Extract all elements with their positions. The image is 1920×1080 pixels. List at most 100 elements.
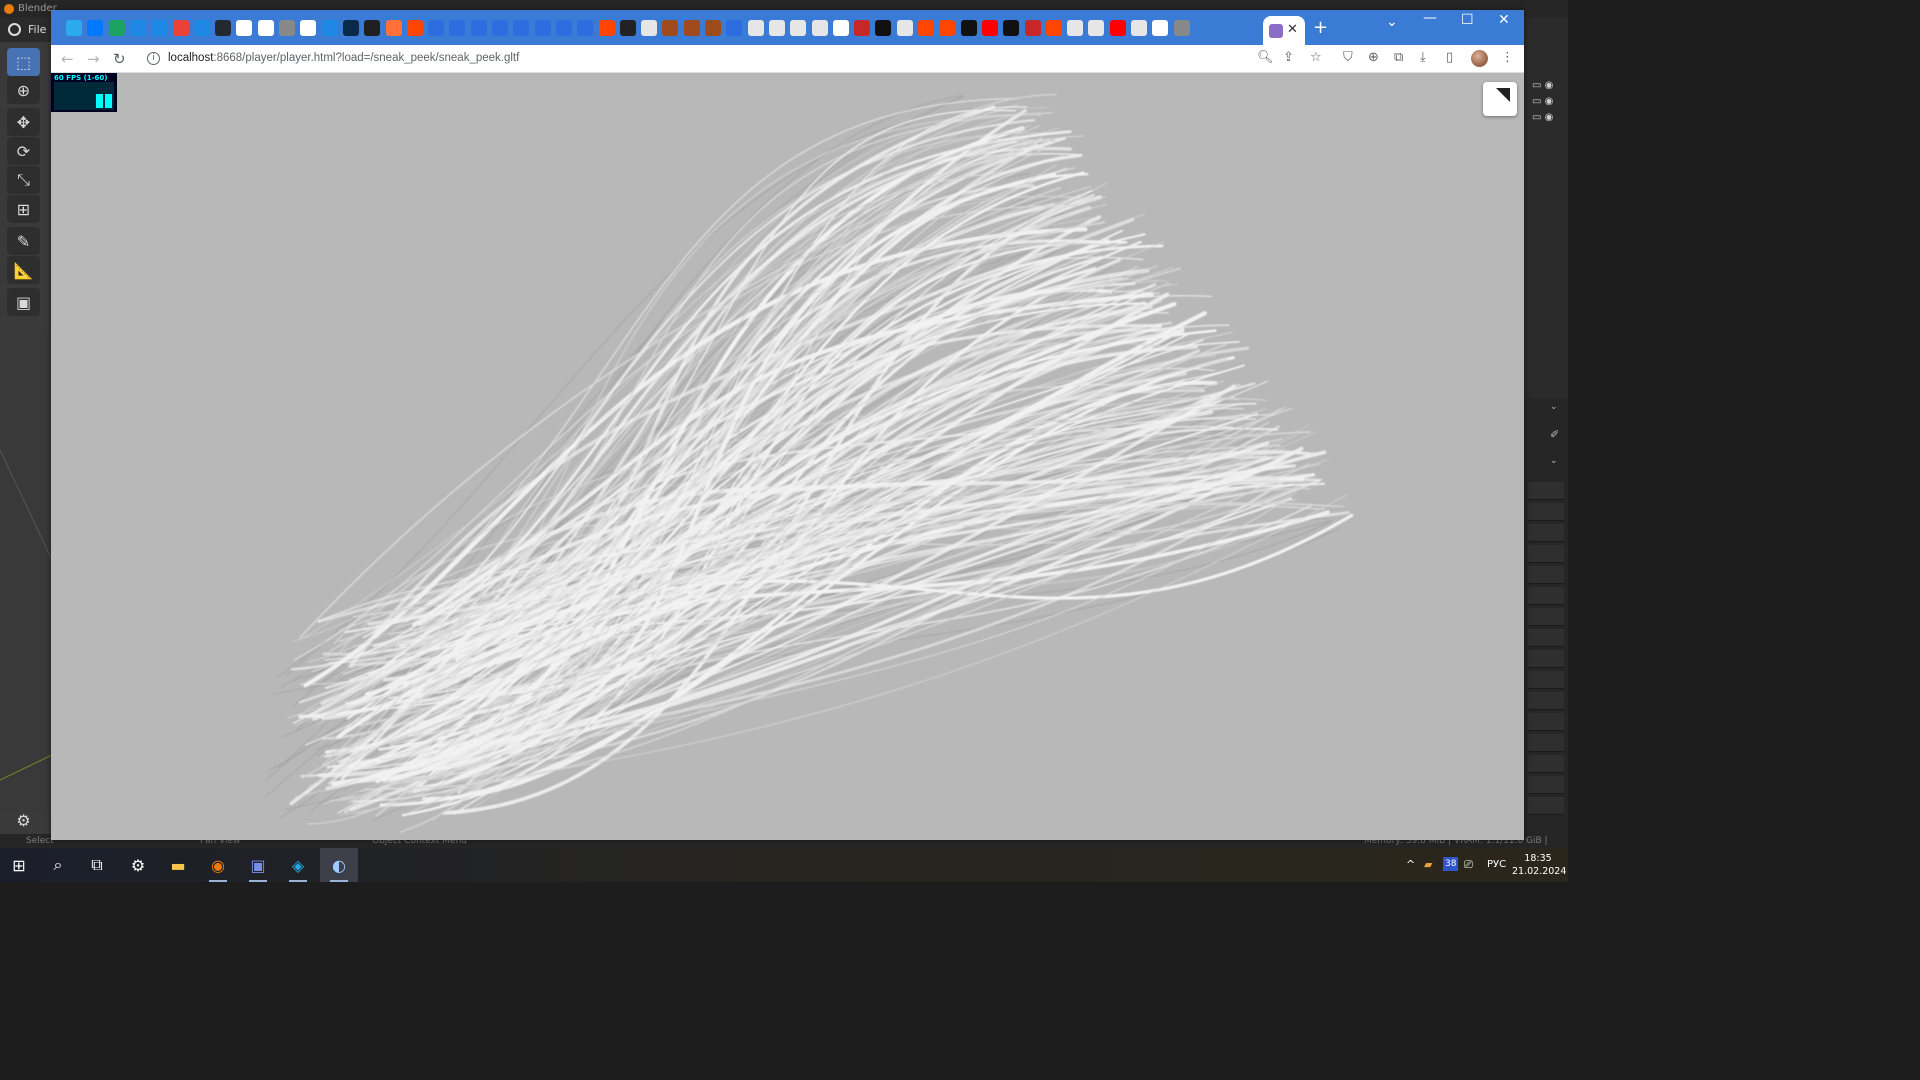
pinned-tab-favicon[interactable] bbox=[598, 20, 615, 36]
close-tab-icon[interactable]: ✕ bbox=[1287, 22, 1298, 38]
pinned-tab-favicon[interactable] bbox=[1173, 20, 1190, 36]
pinned-tab-favicon[interactable] bbox=[747, 20, 764, 36]
pinned-tab-favicon[interactable] bbox=[1067, 20, 1084, 36]
render-visibility-icon[interactable]: ▭ ◉ bbox=[1532, 112, 1553, 123]
pinned-tab-favicon[interactable] bbox=[449, 20, 466, 36]
pinned-tab-favicon[interactable] bbox=[534, 20, 551, 36]
more-menu-icon[interactable]: ⋮ bbox=[1501, 50, 1514, 66]
property-row[interactable] bbox=[1528, 755, 1564, 773]
chevron-down-icon[interactable]: ⌄ bbox=[1550, 456, 1558, 466]
pinned-tab-favicon[interactable] bbox=[896, 20, 913, 36]
pinned-tab-favicon[interactable] bbox=[577, 20, 594, 36]
bookmark-star-icon[interactable]: ☆ bbox=[1310, 50, 1322, 66]
tray-badge[interactable]: 38 bbox=[1443, 857, 1459, 871]
tray-app-icon[interactable]: ▰ bbox=[1424, 848, 1432, 882]
reload-icon[interactable]: ↻ bbox=[113, 50, 126, 68]
save-disk-icon[interactable]: ▣ bbox=[239, 848, 277, 882]
pinned-tab-favicon[interactable] bbox=[854, 20, 871, 36]
chevron-down-icon[interactable]: ⌄ bbox=[1550, 402, 1558, 412]
back-icon[interactable]: ← bbox=[61, 50, 74, 68]
tab-active[interactable]: ✕ bbox=[1263, 16, 1305, 45]
pinned-tab-favicon[interactable] bbox=[683, 20, 700, 36]
property-row[interactable] bbox=[1528, 650, 1564, 668]
property-row[interactable] bbox=[1528, 629, 1564, 647]
property-row[interactable] bbox=[1528, 482, 1564, 500]
pinned-tab-favicon[interactable] bbox=[811, 20, 828, 36]
pinned-tab-favicon[interactable] bbox=[1131, 20, 1147, 36]
cursor-tool-icon[interactable]: ⊕ bbox=[7, 76, 40, 104]
rotate-tool-icon[interactable]: ⟳ bbox=[7, 137, 40, 165]
system-clock[interactable]: 18:35 21.02.2024 bbox=[1512, 852, 1566, 878]
pinned-tab-favicon[interactable] bbox=[555, 20, 572, 36]
new-tab-button[interactable]: + bbox=[1313, 18, 1328, 38]
chrome-taskbar-icon[interactable]: ◐ bbox=[320, 848, 358, 882]
pinned-tab-favicon[interactable] bbox=[257, 20, 274, 36]
file-explorer-icon[interactable]: ▬ bbox=[159, 848, 197, 882]
pinned-tab-favicon[interactable] bbox=[662, 20, 679, 36]
zoom-icon[interactable]: 🔍︎ bbox=[1257, 50, 1274, 66]
pinned-tab-favicon[interactable] bbox=[1024, 20, 1041, 36]
pinned-tab-favicon[interactable] bbox=[342, 20, 359, 36]
minimize-icon[interactable]: — bbox=[1423, 10, 1437, 26]
pinned-tab-favicon[interactable] bbox=[428, 20, 445, 36]
pinned-tab-favicon[interactable] bbox=[151, 20, 168, 36]
pinned-tab-favicon[interactable] bbox=[1109, 20, 1126, 36]
url-text[interactable]: localhost:8668/player/player.html?load=/… bbox=[168, 52, 519, 64]
pinned-tab-favicon[interactable] bbox=[193, 20, 210, 36]
pinned-tab-favicon[interactable] bbox=[406, 20, 423, 36]
forward-icon[interactable]: → bbox=[87, 50, 100, 68]
annotate-tool-icon[interactable]: ✎ bbox=[7, 227, 40, 255]
blender-menu-icon[interactable] bbox=[8, 23, 21, 36]
select-box-tool-icon[interactable]: ⬚ bbox=[7, 48, 40, 76]
pinned-tab-favicon[interactable] bbox=[215, 20, 232, 36]
property-row[interactable] bbox=[1528, 713, 1564, 731]
start-windows-icon[interactable]: ⊞ bbox=[0, 848, 38, 882]
pin-icon[interactable]: ✐ bbox=[1550, 428, 1559, 441]
render-visibility-icon[interactable]: ▭ ◉ bbox=[1532, 96, 1553, 107]
blender-taskbar-icon[interactable]: ◉ bbox=[199, 848, 237, 882]
pinned-tab-favicon[interactable] bbox=[236, 20, 253, 36]
pinned-tab-favicon[interactable] bbox=[981, 20, 998, 36]
pinned-tab-favicon[interactable] bbox=[364, 20, 381, 36]
maximize-icon[interactable]: ☐ bbox=[1461, 12, 1474, 28]
pinned-tab-favicon[interactable] bbox=[960, 20, 977, 36]
close-window-icon[interactable]: ✕ bbox=[1498, 12, 1510, 28]
pinned-tab-favicon[interactable] bbox=[619, 20, 636, 36]
measure-tool-icon[interactable]: 📐 bbox=[7, 256, 40, 284]
pinned-tab-favicon[interactable] bbox=[492, 20, 508, 36]
tab-search-icon[interactable]: ⌄ bbox=[1386, 14, 1398, 30]
pinned-tab-favicon[interactable] bbox=[172, 20, 189, 36]
mode-switch-icon[interactable]: ⚙ bbox=[7, 810, 40, 830]
render-visibility-icon[interactable]: ▭ ◉ bbox=[1532, 80, 1553, 91]
file-menu[interactable]: File bbox=[28, 23, 46, 36]
pinned-tab-favicon[interactable] bbox=[66, 20, 82, 36]
move-tool-icon[interactable]: ✥ bbox=[7, 108, 40, 136]
pinned-tab-favicon[interactable] bbox=[513, 20, 530, 36]
add-cube-tool-icon[interactable]: ▣ bbox=[7, 288, 40, 316]
language-indicator[interactable]: РУС bbox=[1487, 848, 1506, 882]
download-icon[interactable]: ⤓ bbox=[1420, 50, 1426, 66]
pinned-tab-favicon[interactable] bbox=[1045, 20, 1062, 36]
share-icon[interactable]: ⇪ bbox=[1283, 50, 1294, 66]
fullscreen-toggle-button[interactable] bbox=[1483, 82, 1517, 116]
property-row[interactable] bbox=[1528, 692, 1564, 710]
pinned-tab-favicon[interactable] bbox=[87, 20, 104, 36]
network-icon[interactable]: ⎚ bbox=[1464, 848, 1473, 882]
pinned-tab-favicon[interactable] bbox=[918, 20, 934, 36]
pinned-tab-favicon[interactable] bbox=[1003, 20, 1020, 36]
tray-expand-icon[interactable]: ^ bbox=[1406, 848, 1415, 882]
property-row[interactable] bbox=[1528, 797, 1564, 815]
pinned-tab-favicon[interactable] bbox=[279, 20, 295, 36]
scale-tool-icon[interactable]: ⤡ bbox=[7, 166, 40, 194]
pinned-tab-favicon[interactable] bbox=[939, 20, 956, 36]
site-info-icon[interactable]: i bbox=[147, 52, 160, 65]
property-row[interactable] bbox=[1528, 503, 1564, 521]
property-row[interactable] bbox=[1528, 734, 1564, 752]
pinned-tab-favicon[interactable] bbox=[875, 20, 892, 36]
side-panel-icon[interactable]: ▯ bbox=[1446, 50, 1453, 66]
property-row[interactable] bbox=[1528, 776, 1564, 794]
pinned-tab-favicon[interactable] bbox=[726, 20, 743, 36]
hair-strands-render[interactable] bbox=[51, 73, 1524, 840]
pinned-tab-favicon[interactable] bbox=[470, 20, 487, 36]
pinned-tab-favicon[interactable] bbox=[1152, 20, 1169, 36]
